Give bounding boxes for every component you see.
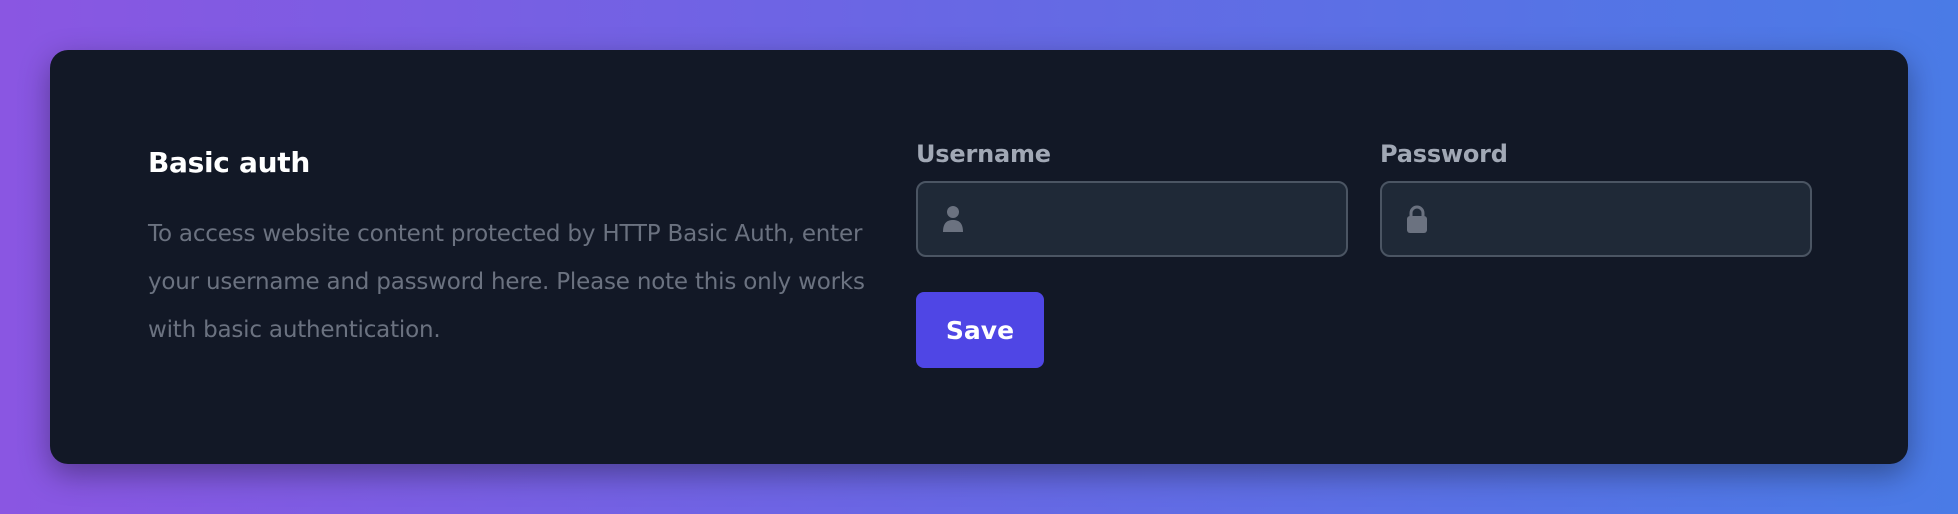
section-title: Basic auth <box>148 146 310 179</box>
username-input[interactable] <box>980 182 1330 255</box>
password-input[interactable] <box>1444 182 1794 255</box>
section-description: To access website content protected by H… <box>148 220 865 343</box>
user-icon <box>940 204 966 234</box>
password-field-group: Password <box>1380 140 1812 257</box>
username-field-group: Username <box>916 140 1348 257</box>
save-button[interactable]: Save <box>916 292 1044 368</box>
username-label: Username <box>916 140 1051 168</box>
basic-auth-card: Basic auth To access website content pro… <box>50 50 1908 464</box>
password-label: Password <box>1380 140 1508 168</box>
username-input-wrapper[interactable] <box>916 180 1348 257</box>
lock-icon <box>1404 204 1430 234</box>
password-input-wrapper[interactable] <box>1380 180 1812 257</box>
section-info: Basic auth To access website content pro… <box>148 146 868 354</box>
